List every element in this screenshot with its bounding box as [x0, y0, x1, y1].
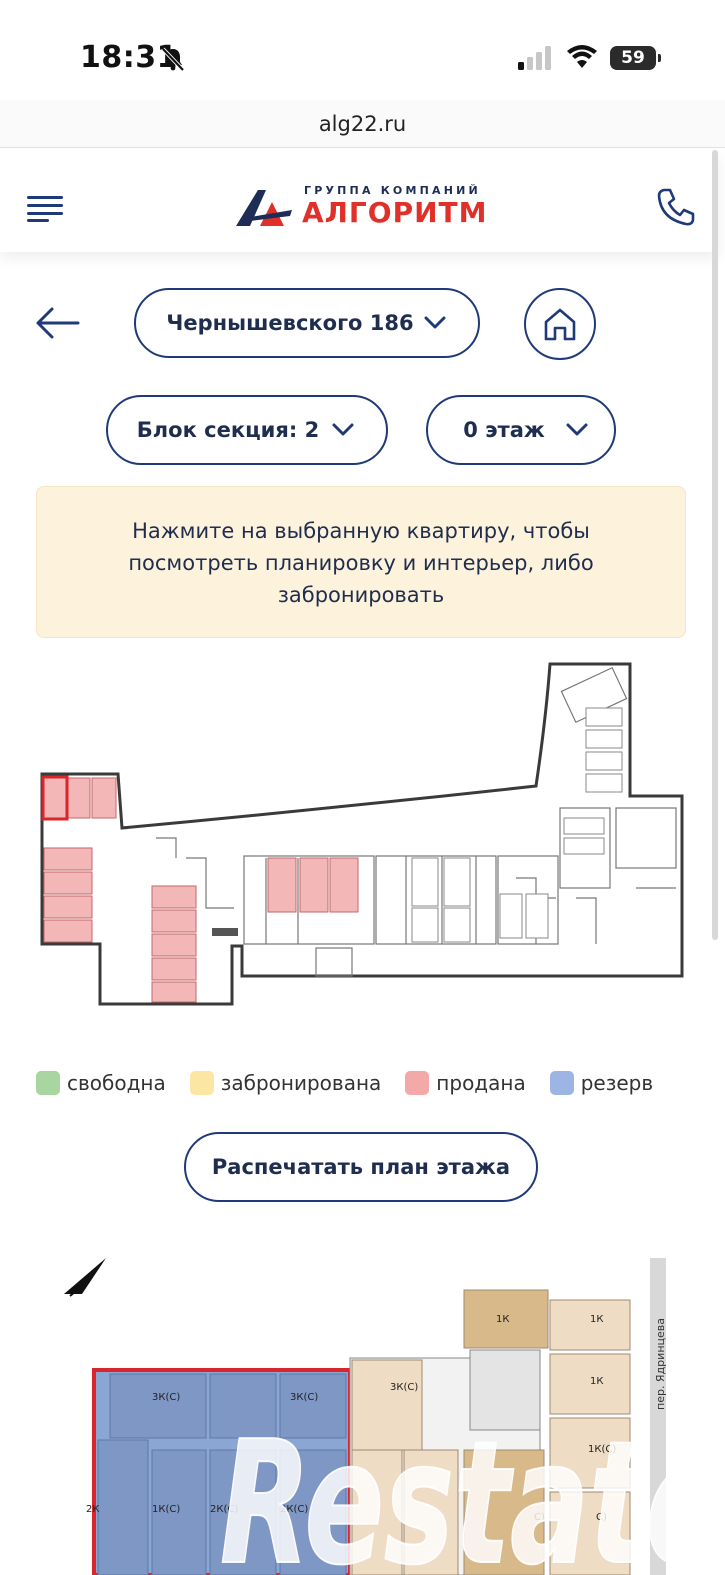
bell-muted-icon	[161, 47, 185, 72]
home-button[interactable]	[524, 288, 596, 360]
unit-label: 3К(С)	[152, 1392, 180, 1403]
legend-swatch-sold	[405, 1071, 430, 1095]
floor-plan-map[interactable]	[36, 658, 688, 1014]
legend-swatch-reserve	[549, 1071, 574, 1095]
legend-label-sold: продана	[436, 1071, 526, 1095]
page-scrollbar[interactable]	[712, 150, 718, 940]
watermark-logo: Restate	[220, 1404, 725, 1575]
section-dropdown[interactable]: Блок секция: 2	[106, 395, 388, 465]
logo-mark-icon	[236, 190, 292, 226]
legend-item-reserve: резерв	[549, 1071, 654, 1095]
print-floor-plan-button[interactable]: Распечатать план этажа	[184, 1132, 538, 1202]
floor-dropdown-value: 0 этаж	[463, 418, 545, 442]
unit-label: 1К	[590, 1314, 603, 1325]
watermark-text: Restate	[220, 1405, 725, 1575]
unit-label: 2К	[86, 1504, 99, 1515]
cellular-signal-icon	[518, 46, 551, 70]
legend-swatch-booked	[189, 1071, 214, 1095]
legend-swatch-free	[36, 1071, 60, 1095]
legend-item-sold: продана	[405, 1071, 526, 1095]
legend-item-free: свободна	[36, 1071, 166, 1095]
back-arrow-icon[interactable]	[34, 306, 80, 340]
unit-label: 1К	[496, 1314, 509, 1325]
legend-label-booked: забронирована	[220, 1071, 382, 1095]
hamburger-menu-icon[interactable]	[27, 194, 63, 222]
unit-label: 1К	[590, 1376, 603, 1387]
home-icon	[544, 308, 576, 341]
instruction-notice: Нажмите на выбранную квартиру, чтобы пос…	[36, 486, 686, 638]
browser-url-bar[interactable]: alg22.ru	[0, 100, 725, 148]
unit-label: 1К(С)	[152, 1504, 180, 1515]
wifi-icon	[567, 45, 597, 68]
legend-item-booked: забронирована	[189, 1071, 382, 1095]
legend-label-free: свободна	[67, 1071, 166, 1095]
status-legend: свободна забронирована продана резерв	[36, 1068, 696, 1098]
battery-indicator: 59	[610, 46, 661, 70]
chevron-down-icon	[332, 423, 354, 436]
address-dropdown-value: Чернышевского 186	[166, 311, 414, 335]
status-bar: 18:31 59	[0, 0, 725, 100]
floor-dropdown[interactable]: 0 этаж	[426, 395, 616, 465]
legend-label-reserve: резерв	[580, 1071, 654, 1095]
chevron-down-icon	[566, 423, 588, 436]
address-dropdown[interactable]: Чернышевского 186	[134, 288, 480, 358]
phone-icon[interactable]	[655, 186, 697, 228]
chevron-down-icon	[424, 316, 446, 329]
company-logo[interactable]: ГРУППА КОМПАНИЙ АЛГОРИТМ	[236, 184, 496, 230]
section-dropdown-value: Блок секция: 2	[136, 418, 320, 442]
site-header: ГРУППА КОМПАНИЙ АЛГОРИТМ	[0, 150, 718, 252]
compass-icon	[64, 1258, 106, 1297]
logo-name: АЛГОРИТМ	[302, 196, 488, 229]
